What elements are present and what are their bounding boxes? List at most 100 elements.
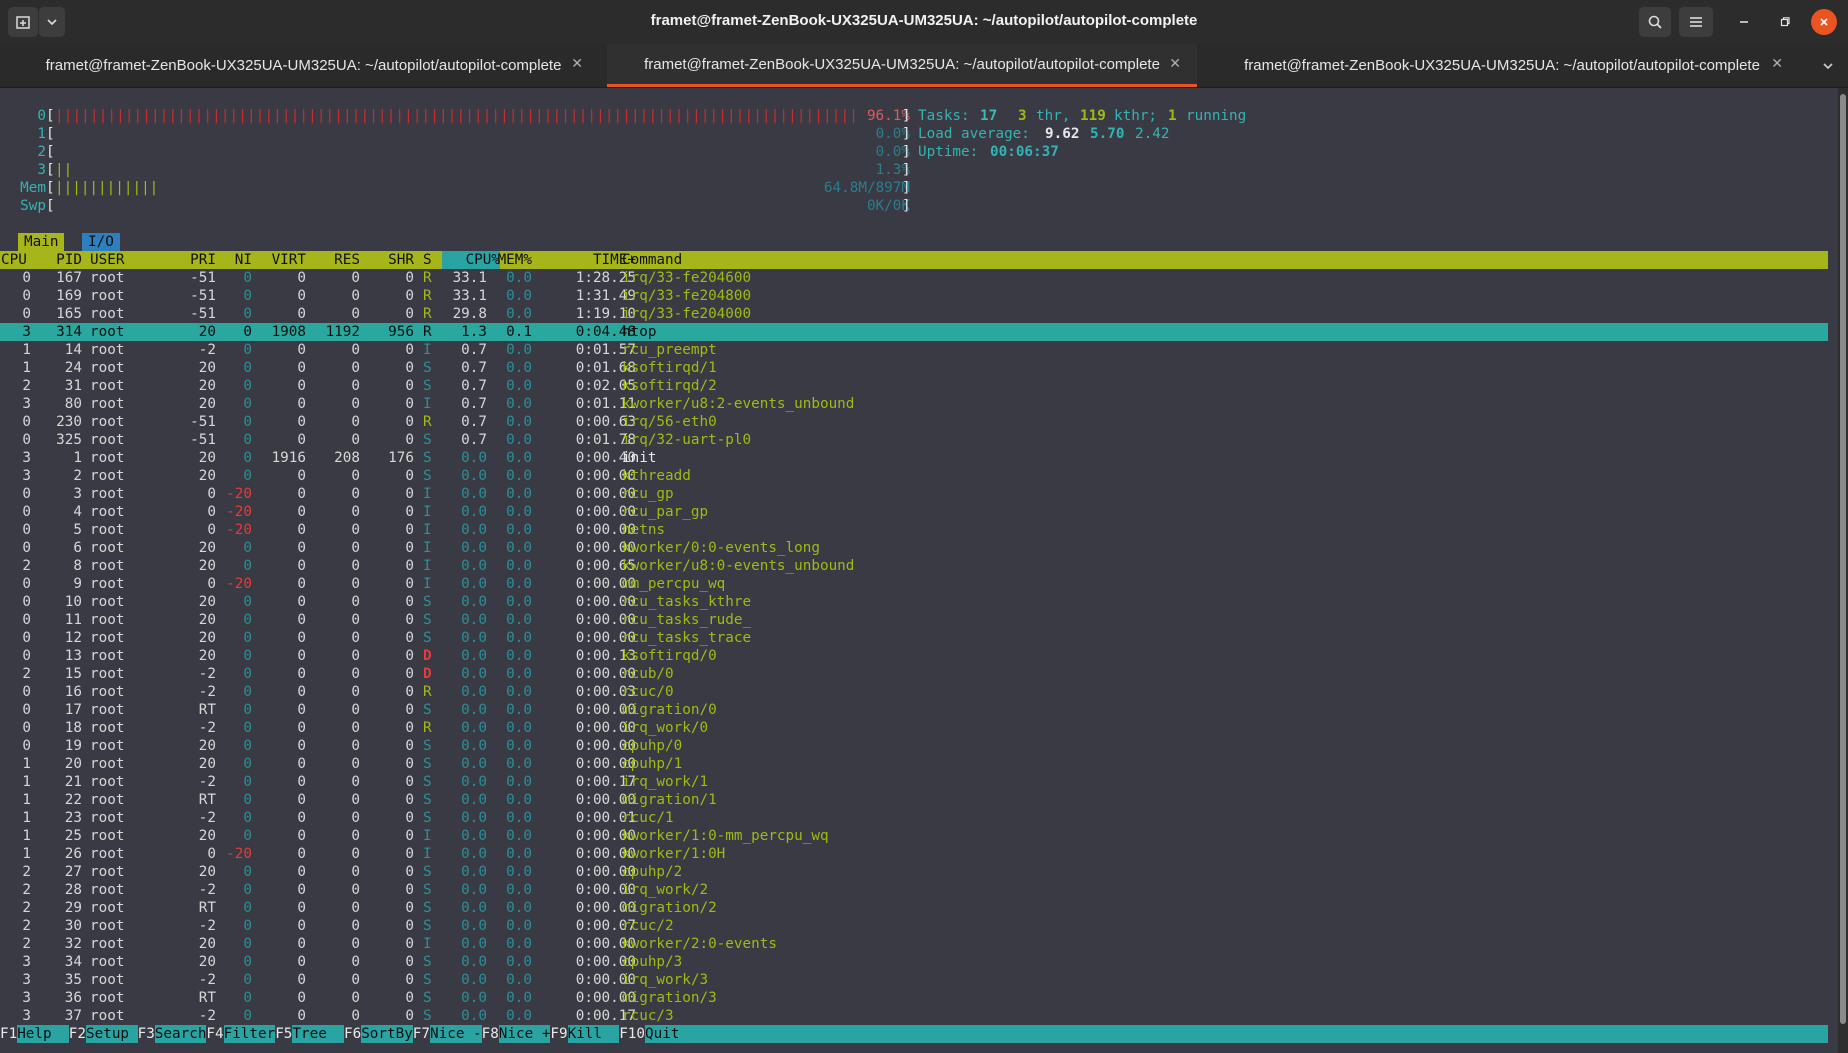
cell-mem-percent: 0.0: [506, 396, 532, 412]
fkey-f2[interactable]: F2: [68, 1025, 87, 1043]
fkey-f6[interactable]: F6: [344, 1025, 362, 1043]
fkey-label[interactable]: Search: [155, 1025, 207, 1043]
process-row[interactable]: 1 20 root 20 0 0 0 0 S 0.0 0.0 0:00.00 cpuhp/1: [0, 755, 1828, 773]
column-header-cpu[interactable]: CPU: [1, 251, 27, 269]
process-row[interactable]: 0 17 root RT 0 0 0 0 S 0.0 0.0 0:00.00 migration/0: [0, 701, 1828, 719]
tab-io[interactable]: I/O: [82, 233, 120, 251]
tab-list-chevron-icon[interactable]: [1808, 44, 1848, 87]
process-row[interactable]: 0 10 root 20 0 0 0 0 S 0.0 0.0 0:00.00 rcu_tasks_kth…: [0, 593, 1828, 611]
process-row[interactable]: 0 19 root 20 0 0 0 0 S 0.0 0.0 0:00.00 cpuhp/0: [0, 737, 1828, 755]
column-header-command[interactable]: Command: [622, 251, 682, 269]
process-row[interactable]: 2 29 root RT 0 0 0 0 S 0.0 0.0 0:00.00 migration/2: [0, 899, 1828, 917]
fkey-f7[interactable]: F7: [412, 1025, 431, 1043]
process-row[interactable]: 0 5 root 0 -20 0 0 0 I 0.0 0.0 0:00.00 netns: [0, 521, 1828, 539]
fkey-f4[interactable]: F4: [206, 1025, 224, 1043]
fkey-label[interactable]: Setup: [86, 1025, 138, 1043]
kthr-count: 119: [1080, 108, 1106, 124]
fkey-f3[interactable]: F3: [137, 1025, 155, 1043]
process-row[interactable]: 2 8 root 20 0 0 0 0 I 0.0 0.0 0:00.65 kworker/u8:0-e…: [0, 557, 1828, 575]
process-row[interactable]: 1 22 root RT 0 0 0 0 S 0.0 0.0 0:00.00 migration/1: [0, 791, 1828, 809]
process-row[interactable]: 0 16 root -2 0 0 0 0 R 0.0 0.0 0:00.03 rcuc/0: [0, 683, 1828, 701]
process-row[interactable]: 1 24 root 20 0 0 0 0 S 0.7 0.0 0:01.68 ksoftirqd/1: [0, 359, 1828, 377]
fkey-f9[interactable]: F9: [550, 1025, 568, 1043]
process-row[interactable]: 0 230 root -51 0 0 0 0 R 0.7 0.0 0:00.63 irq/56-eth0: [0, 413, 1828, 431]
fkey-label[interactable]: SortBy: [361, 1025, 413, 1043]
fkey-label[interactable]: Filter: [224, 1025, 276, 1043]
cell-state: S: [423, 450, 432, 466]
fkey-label[interactable]: Kill: [568, 1025, 620, 1043]
minimize-icon[interactable]: [1731, 9, 1757, 35]
cell-mem-percent: 0.1: [506, 324, 532, 340]
column-header-virt[interactable]: VIRT: [256, 251, 306, 269]
process-row[interactable]: 3 1 root 20 0 1916 208 176 S 0.0 0.0 0:00.40 init: [0, 449, 1828, 467]
fkey-label[interactable]: Help: [17, 1025, 69, 1043]
close-icon[interactable]: ✕: [1771, 56, 1783, 72]
process-row[interactable]: 2 30 root -2 0 0 0 0 S 0.0 0.0 0:00.07 rcuc/2: [0, 917, 1828, 935]
fkey-f8[interactable]: F8: [481, 1025, 499, 1043]
column-header-state[interactable]: S: [423, 251, 432, 269]
hamburger-menu-icon[interactable]: [1679, 7, 1713, 37]
cell-res: 0: [351, 990, 360, 1006]
process-row[interactable]: 0 169 root -51 0 0 0 0 R 33.1 0.0 1:31.49 irq/33-fe2…: [0, 287, 1828, 305]
process-row[interactable]: 0 165 root -51 0 0 0 0 R 29.8 0.0 1:19.10 irq/33-fe2…: [0, 305, 1828, 323]
column-header-cpu-percent[interactable]: CPU%: [442, 251, 500, 269]
close-icon[interactable]: [1811, 9, 1837, 35]
tab-terminal-1[interactable]: framet@framet-ZenBook-UX325UA-UM325UA: ~…: [0, 44, 607, 87]
process-row[interactable]: 3 80 root 20 0 0 0 0 I 0.7 0.0 0:01.11 kworker/u8:2-…: [0, 395, 1828, 413]
process-row[interactable]: 0 167 root -51 0 0 0 0 R 33.1 0.0 1:28.25 irq/33-fe2…: [0, 269, 1828, 287]
fkey-label[interactable]: Tree: [292, 1025, 344, 1043]
process-row[interactable]: 3 35 root -2 0 0 0 0 S 0.0 0.0 0:00.00 irq_work/3: [0, 971, 1828, 989]
fkey-f1[interactable]: F1: [0, 1025, 18, 1043]
process-row[interactable]: 2 31 root 20 0 0 0 0 S 0.7 0.0 0:02.05 ksoftirqd/2: [0, 377, 1828, 395]
process-row[interactable]: 0 9 root 0 -20 0 0 0 I 0.0 0.0 0:00.00 mm_percpu_wq: [0, 575, 1828, 593]
scrollbar[interactable]: [1838, 88, 1848, 1053]
close-icon[interactable]: ✕: [1169, 56, 1181, 72]
maximize-icon[interactable]: [1772, 9, 1798, 35]
search-icon[interactable]: [1639, 7, 1671, 37]
process-row[interactable]: 1 14 root -2 0 0 0 0 I 0.7 0.0 0:01.57 rcu_preempt: [0, 341, 1828, 359]
process-row[interactable]: 0 11 root 20 0 0 0 0 S 0.0 0.0 0:00.00 rcu_tasks_rud…: [0, 611, 1828, 629]
process-row[interactable]: 0 18 root -2 0 0 0 0 R 0.0 0.0 0:00.00 irq_work/0: [0, 719, 1828, 737]
column-header-shr[interactable]: SHR: [364, 251, 414, 269]
process-row[interactable]: 1 25 root 20 0 0 0 0 I 0.0 0.0 0:00.00 kworker/1:0-m…: [0, 827, 1828, 845]
process-row[interactable]: 1 21 root -2 0 0 0 0 S 0.0 0.0 0:00.17 irq_work/1: [0, 773, 1828, 791]
process-row[interactable]: 0 13 root 20 0 0 0 0 D 0.0 0.0 0:00.13 ksoftirqd/0: [0, 647, 1828, 665]
terminal-viewport[interactable]: 0 [ ||||||||||||||||||||||||||||||||||||…: [0, 88, 1838, 1053]
column-header-ni[interactable]: NI: [220, 251, 252, 269]
cell-pri: -2: [198, 918, 216, 934]
tab-terminal-2[interactable]: framet@framet-ZenBook-UX325UA-UM325UA: ~…: [607, 44, 1197, 87]
process-row[interactable]: 0 3 root 0 -20 0 0 0 I 0.0 0.0 0:00.00 rcu_gp: [0, 485, 1828, 503]
process-row[interactable]: 0 4 root 0 -20 0 0 0 I 0.0 0.0 0:00.00 rcu_par_gp: [0, 503, 1828, 521]
fkey-label[interactable]: Quit: [645, 1025, 679, 1043]
process-row[interactable]: 1 26 root 0 -20 0 0 0 I 0.0 0.0 0:00.00 kworker/1:0H: [0, 845, 1828, 863]
cell-shr: 0: [405, 540, 414, 556]
process-row[interactable]: 3 36 root RT 0 0 0 0 S 0.0 0.0 0:00.00 migration/3: [0, 989, 1828, 1007]
fkey-label[interactable]: Nice -: [430, 1025, 482, 1043]
column-header-res[interactable]: RES: [310, 251, 360, 269]
process-row[interactable]: 3 37 root -2 0 0 0 0 S 0.0 0.0 0:00.17 rcuc/3: [0, 1007, 1828, 1025]
process-row[interactable]: 2 27 root 20 0 0 0 0 S 0.0 0.0 0:00.00 cpuhp/2: [0, 863, 1828, 881]
process-row[interactable]: 2 32 root 20 0 0 0 0 I 0.0 0.0 0:00.00 kworker/2:0-e…: [0, 935, 1828, 953]
process-row[interactable]: 0 12 root 20 0 0 0 0 S 0.0 0.0 0:00.00 rcu_tasks_tra…: [0, 629, 1828, 647]
process-row[interactable]: 2 28 root -2 0 0 0 0 S 0.0 0.0 0:00.00 irq_work/2: [0, 881, 1828, 899]
cell-res: 0: [351, 630, 360, 646]
fkey-f5[interactable]: F5: [275, 1025, 293, 1043]
column-header-pri[interactable]: PRI: [180, 251, 216, 269]
process-row[interactable]: 0 6 root 20 0 0 0 0 I 0.0 0.0 0:00.00 kworker/0:0-ev…: [0, 539, 1828, 557]
cell-virt: 0: [297, 738, 306, 754]
tab-main[interactable]: Main: [18, 233, 65, 251]
column-header-mem-percent[interactable]: MEM%: [496, 251, 532, 269]
tab-terminal-3[interactable]: framet@framet-ZenBook-UX325UA-UM325UA: ~…: [1197, 44, 1807, 87]
process-row[interactable]: 0 325 root -51 0 0 0 0 S 0.7 0.0 0:01.78 irq/32-uart…: [0, 431, 1828, 449]
fkey-f10[interactable]: F10: [619, 1025, 646, 1043]
process-row[interactable]: 1 23 root -2 0 0 0 0 S 0.0 0.0 0:00.01 rcuc/1: [0, 809, 1828, 827]
process-row[interactable]: 3 2 root 20 0 0 0 0 S 0.0 0.0 0:00.00 kthreadd: [0, 467, 1828, 485]
process-row[interactable]: 3 314 root 20 0 1908 1192 956 R 1.3 0.1 0:04.48 htop: [0, 323, 1828, 341]
scrollbar-thumb[interactable]: [1840, 94, 1846, 1024]
column-header-pid[interactable]: PID: [40, 251, 82, 269]
process-row[interactable]: 3 34 root 20 0 0 0 0 S 0.0 0.0 0:00.00 cpuhp/3: [0, 953, 1828, 971]
fkey-label[interactable]: Nice +: [499, 1025, 551, 1043]
close-icon[interactable]: ✕: [571, 56, 583, 72]
column-header-user[interactable]: USER: [90, 251, 124, 269]
process-row[interactable]: 2 15 root -2 0 0 0 0 D 0.0 0.0 0:00.00 rcub/0: [0, 665, 1828, 683]
